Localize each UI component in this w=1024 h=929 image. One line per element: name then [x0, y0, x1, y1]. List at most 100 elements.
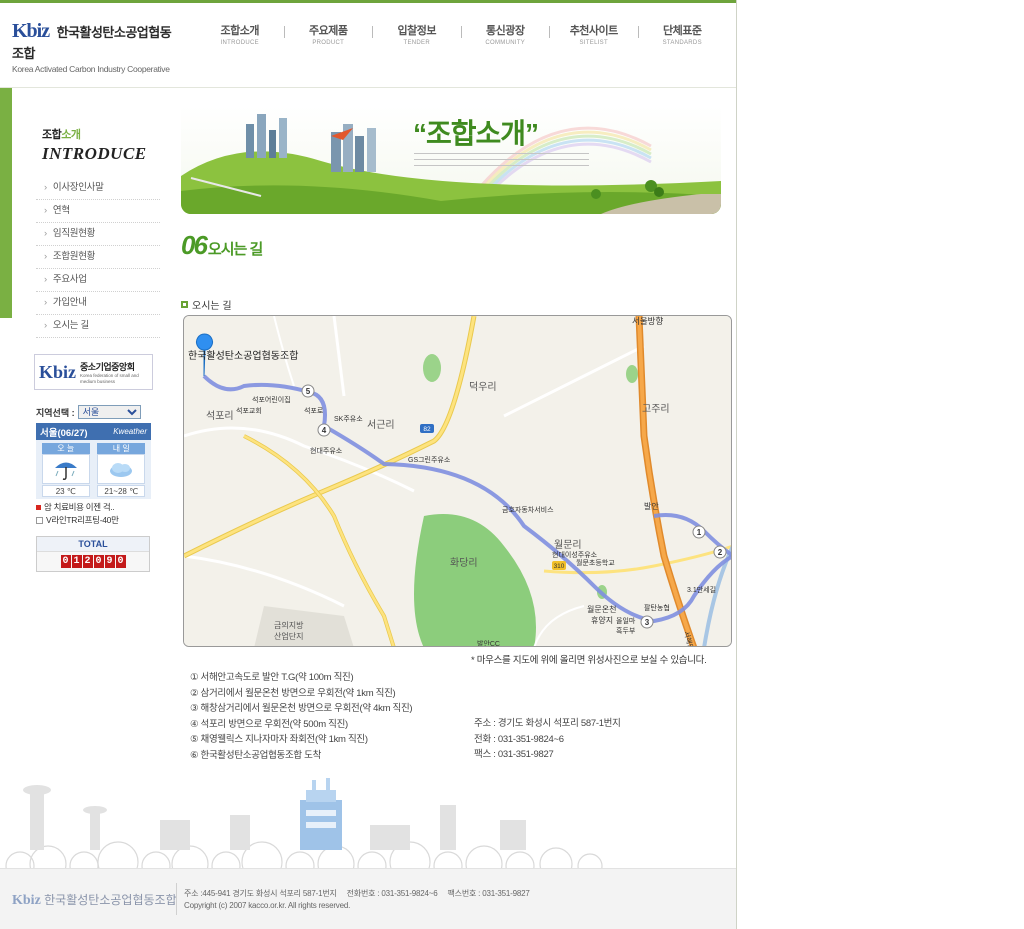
footer-logo-name: 한국활성탄소공업협동조합 — [44, 893, 177, 907]
sidebar-item-business[interactable]: 주요사업 — [36, 269, 160, 292]
logo-subtitle: Korea Activated Carbon Industry Cooperat… — [12, 64, 170, 74]
nav-sublabel: PRODUCT — [312, 40, 345, 46]
svg-text:발안CC: 발안CC — [477, 639, 500, 647]
hero-banner: “조합소개” — [181, 106, 721, 214]
svg-text:휴양지: 휴양지 — [591, 616, 613, 625]
contact-phone: 전화 : 031-351-9824~6 — [474, 733, 564, 745]
footer-phone: 전화번호 : 031-351-9824~6 — [346, 889, 438, 898]
counter-label: TOTAL — [37, 537, 149, 552]
location-map[interactable]: 1 2 3 4 5 한국활성탄소공업협동조합 서울방향 덕우리 고주리 석포리 … — [183, 315, 732, 647]
nav-sitelist[interactable]: 추천사이트 SITELIST — [550, 22, 638, 52]
nav-label: 단체표준 — [663, 25, 702, 37]
nav-label: 조합소개 — [220, 25, 260, 37]
weather-tomorrow: 내 일 21~28 ℃ — [97, 443, 146, 497]
region-label: 지역선택 : — [36, 407, 75, 418]
svg-text:석포어린이집: 석포어린이집 — [252, 395, 291, 404]
svg-text:GS그린주유소: GS그린주유소 — [408, 455, 451, 464]
weather-today-label: 오 늘 — [41, 443, 90, 454]
contact-info: 주소 : 경기도 화성시 석포리 587-1번지 전화 : 031-351-98… — [474, 716, 621, 763]
svg-text:금의지방: 금의지방 — [274, 620, 304, 630]
direction-step: ① 서해안고속도로 발안 T.G(약 100m 직진) — [190, 672, 354, 683]
page-title-text: 오시는 길 — [207, 241, 263, 258]
svg-text:석포리: 석포리 — [206, 410, 234, 422]
svg-text:석포로: 석포로 — [304, 406, 324, 415]
right-empty-area — [736, 0, 1024, 929]
hero-title: “조합소개” — [413, 118, 539, 149]
cloud-icon — [97, 454, 146, 484]
region-select[interactable]: 서울 — [77, 405, 141, 419]
direction-step: ③ 해창삼거리에서 월문온천 방면으로 우회전(약 4km 직진) — [190, 703, 413, 714]
weather-header: 서울(06/27) Kweather — [36, 423, 151, 440]
directions-list: ① 서해안고속도로 발안 T.G(약 100m 직진) ② 삼거리에서 월문온천… — [190, 670, 413, 763]
svg-text:4: 4 — [322, 426, 327, 435]
footer-address: 주소 :445-941 경기도 화성시 석포리 587-1번지 — [184, 889, 337, 898]
sidebar-title-b: 소개 — [61, 129, 81, 141]
sidebar-title-ko: 조합소개 — [42, 126, 147, 142]
weather-forecast: 오 늘 23 ℃ 내 일 21~28 ℃ — [36, 440, 151, 499]
nav-product[interactable]: 주요제품 PRODUCT — [285, 22, 373, 52]
map-note: * 마우스를 지도에 위에 올리면 위성사진으로 보실 수 있습니다. — [471, 655, 707, 666]
svg-text:현대이성주유소: 현대이성주유소 — [552, 550, 598, 559]
sidebar-title: 조합소개 INTRODUCE — [42, 126, 147, 164]
weather-today-temp: 23 ℃ — [41, 485, 90, 497]
direction-step: ④ 석포리 방면으로 우회전(약 500m 직진) — [190, 718, 348, 730]
weather-brand: Kweather — [113, 427, 147, 436]
nav-standards[interactable]: 단체표준 STANDARDS — [639, 22, 727, 52]
kbiz-banner[interactable]: Kbiz 중소기업중앙회 Korea federation of small a… — [34, 354, 153, 390]
nav-introduce[interactable]: 조합소개 INTRODUCE — [196, 22, 284, 52]
svg-text:82: 82 — [423, 426, 431, 433]
footer-info: 주소 :445-941 경기도 화성시 석포리 587-1번지 전화번호 : 03… — [184, 888, 540, 912]
nav-label: 추천사이트 — [569, 25, 619, 37]
direction-step: ② 삼거리에서 월문온천 방면으로 우회전(약 1km 직진) — [190, 687, 396, 699]
svg-text:고주리: 고주리 — [642, 403, 670, 415]
map-origin-label: 한국활성탄소공업협동조합 — [188, 349, 298, 362]
sidebar-item-directions[interactable]: 오시는 길 — [36, 315, 160, 338]
counter-digit: 0 — [60, 555, 71, 568]
site-logo[interactable]: Kbiz 한국활성탄소공업협동조합 Korea Activated Carbon… — [12, 20, 182, 74]
svg-text:덕우리: 덕우리 — [469, 381, 497, 393]
nav-sublabel: SITELIST — [579, 40, 608, 46]
banner-text: 중소기업중앙회 Korea federation of small and me… — [80, 360, 152, 385]
svg-text:서울방향: 서울방향 — [632, 316, 663, 326]
top-accent-line — [0, 0, 736, 3]
nav-sublabel: TENDER — [403, 40, 430, 46]
nav-label: 입찰정보 — [397, 25, 437, 37]
footer-divider — [176, 883, 177, 915]
sidebar-item-staff[interactable]: 임직원현황 — [36, 223, 160, 246]
weather-tomorrow-temp: 21~28 ℃ — [97, 485, 146, 497]
nav-sublabel: INTRODUCE — [220, 40, 259, 46]
nav-community[interactable]: 통신광장 COMMUNITY — [462, 22, 550, 52]
ad-link-2[interactable]: V라인TR리프팅-40만 — [36, 514, 151, 527]
svg-text:월문리: 월문리 — [554, 539, 582, 551]
nav-tender[interactable]: 입찰정보 TENDER — [373, 22, 461, 52]
footer-illustration — [0, 770, 736, 870]
sidebar-item-greeting[interactable]: 이사장인사말 — [36, 177, 160, 200]
nav-sublabel: STANDARDS — [662, 40, 702, 46]
svg-text:금호자동차서비스: 금호자동차서비스 — [502, 505, 554, 514]
weather-city-date: 서울(06/27) — [40, 427, 88, 439]
sidebar-title-en: INTRODUCE — [42, 144, 147, 163]
nav-label: 주요제품 — [309, 25, 348, 37]
contact-fax: 팩스 : 031-351-9827 — [474, 749, 554, 760]
svg-text:팔탄농협: 팔탄농협 — [644, 603, 670, 612]
counter-digit: 0 — [93, 555, 104, 568]
contact-address: 주소 : 경기도 화성시 석포리 587-1번지 — [474, 718, 621, 729]
counter-digit: 0 — [115, 555, 126, 568]
svg-text:발안: 발안 — [644, 501, 659, 511]
visitor-counter: TOTAL 0 1 2 0 9 0 — [36, 536, 150, 572]
svg-text:석포교회: 석포교회 — [236, 406, 262, 415]
counter-digits: 0 1 2 0 9 0 — [37, 555, 149, 568]
sidebar-item-members[interactable]: 조합원현황 — [36, 246, 160, 269]
left-green-bar — [0, 88, 12, 318]
weather-ads: 암 치료비용 이젠 걱.. V라인TR리프팅-40만 — [36, 499, 151, 527]
sidebar-item-join[interactable]: 가입안내 — [36, 292, 160, 315]
svg-text:산업단지: 산업단지 — [274, 631, 303, 641]
sidebar-item-history[interactable]: 연혁 — [36, 200, 160, 223]
svg-text:SK주유소: SK주유소 — [334, 415, 363, 423]
svg-text:월문온천: 월문온천 — [587, 604, 616, 614]
svg-text:서근리: 서근리 — [367, 419, 395, 431]
svg-text:화당리: 화당리 — [450, 557, 478, 569]
main-navigation: 조합소개 INTRODUCE 주요제품 PRODUCT 입찰정보 TENDER 통신광… — [196, 22, 726, 52]
banner-sub: Korea federation of small and medium bus… — [80, 372, 139, 384]
ad-link-1[interactable]: 암 치료비용 이젠 걱.. — [36, 501, 151, 514]
